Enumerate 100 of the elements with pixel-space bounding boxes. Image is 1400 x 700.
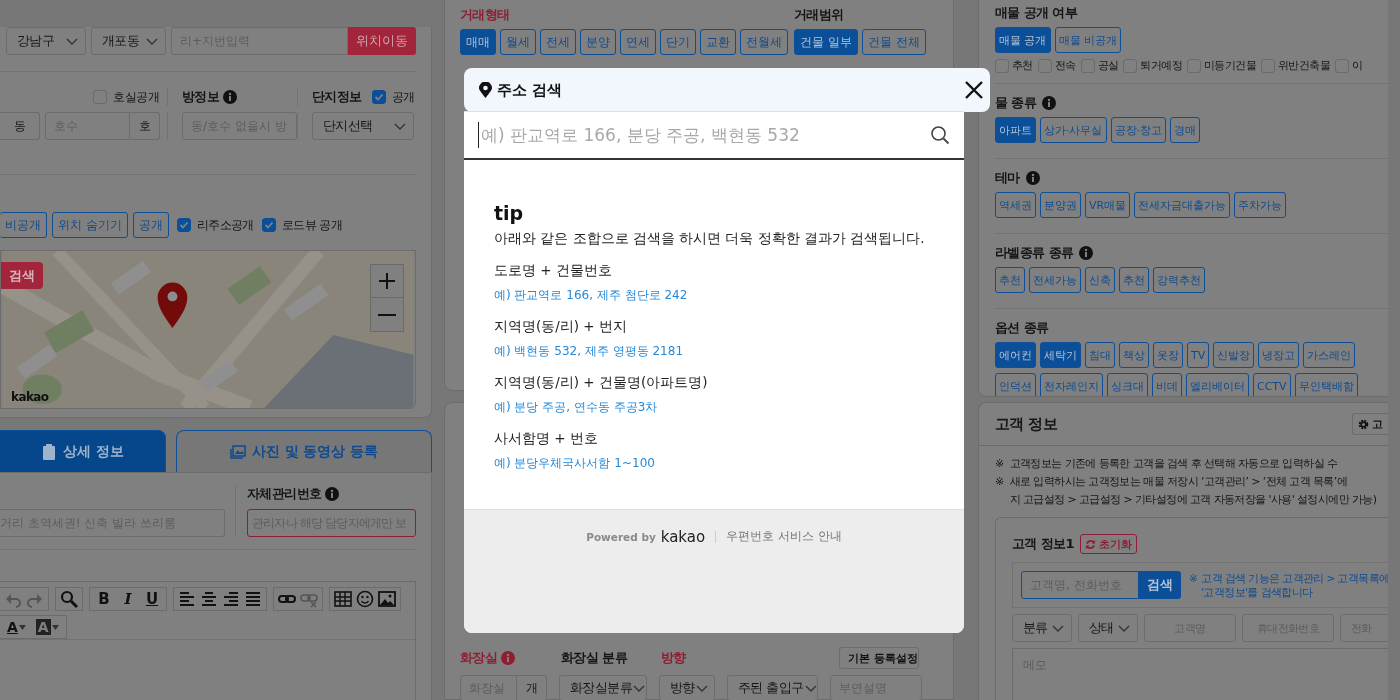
- underline-button[interactable]: U: [142, 590, 162, 608]
- option-button[interactable]: 전월세: [740, 29, 788, 55]
- smiley-icon[interactable]: [356, 590, 374, 608]
- option-button[interactable]: 엘리베이터: [1186, 373, 1249, 396]
- bold-button[interactable]: B: [94, 590, 114, 608]
- option-button[interactable]: 매물 비공개: [1054, 27, 1121, 53]
- dialog-title: 주소 검색: [497, 80, 563, 100]
- option-button[interactable]: 전자레인지: [1040, 373, 1103, 396]
- checkbox[interactable]: [176, 218, 191, 232]
- option-button[interactable]: 단기: [660, 29, 696, 55]
- option-button[interactable]: 분양: [580, 29, 616, 55]
- option-button[interactable]: 상가·사무실: [1040, 117, 1107, 143]
- italic-button[interactable]: I: [118, 590, 138, 608]
- align-left-icon[interactable]: [178, 590, 196, 608]
- option-button[interactable]: TV: [1187, 342, 1210, 368]
- option-button[interactable]: 가스레인: [1303, 342, 1356, 368]
- search-example: 예) 분당 주공, 연수동 주공3차: [494, 399, 659, 416]
- checkbox[interactable]: [371, 90, 386, 104]
- option-button[interactable]: 비데: [1152, 373, 1182, 396]
- option-button[interactable]: 옷장: [1153, 342, 1183, 368]
- field-label: 매물 공개 여부: [995, 4, 1078, 22]
- dropdown[interactable]: 화장실분류: [559, 675, 647, 700]
- option-button[interactable]: 신발장: [1213, 342, 1255, 368]
- option-button[interactable]: 건물 일부: [794, 29, 858, 55]
- checkbox-label: 추천: [1012, 58, 1033, 73]
- settings-button[interactable]: 고: [1352, 413, 1388, 435]
- align-center-icon[interactable]: [200, 590, 218, 608]
- option-button[interactable]: 싱크대: [1107, 373, 1148, 396]
- option-button[interactable]: 월세: [500, 29, 536, 55]
- option-button[interactable]: 전세자금대출가능: [1134, 192, 1231, 218]
- gear-icon: [1358, 418, 1369, 430]
- zoom-out-button[interactable]: [370, 298, 404, 332]
- option-button[interactable]: 세탁기: [1040, 342, 1081, 368]
- field-label: 거래범위: [794, 6, 845, 24]
- option-button[interactable]: 연세: [620, 29, 656, 55]
- dropdown[interactable]: 개포동: [91, 27, 166, 55]
- move-button[interactable]: 위치이동: [348, 27, 416, 55]
- provider-logo: kakao: [660, 528, 706, 546]
- search-button[interactable]: 검색: [1139, 571, 1181, 599]
- powered-by-text: Powered by: [586, 531, 656, 543]
- note-marker: ※: [995, 474, 1004, 490]
- text-color-button[interactable]: A: [4, 619, 29, 635]
- option-button[interactable]: 공장·창고: [1110, 117, 1166, 143]
- search-icon[interactable]: [60, 590, 78, 608]
- option-button[interactable]: 침대: [1085, 342, 1115, 368]
- option-button[interactable]: 건물 전체: [861, 29, 926, 55]
- plus-icon: [378, 272, 396, 290]
- tab[interactable]: 상세 정보: [0, 430, 166, 472]
- option-button[interactable]: 비공개: [0, 212, 47, 238]
- option-button[interactable]: 무인택배함: [1294, 373, 1358, 396]
- option-button[interactable]: 전세가능: [1029, 267, 1081, 293]
- section-title: 고객 정보: [995, 414, 1058, 434]
- note-text: 새로 입력하시는 고객정보는 매물 저장시 ‘고객관리’ > ‘전체 고객 목록’에 지 고급설정 > 고급설정 > 기타설정에 고객 자동저장을 '사용' 설정시에만 가능): [1009, 474, 1377, 508]
- dropdown[interactable]: 방향: [659, 675, 715, 700]
- checkbox-label: 미등기건물: [1204, 58, 1257, 73]
- search-example: 예) 분당우체국사서함 1~100: [494, 455, 656, 472]
- image-icon[interactable]: [378, 590, 396, 608]
- checkbox-label: 퇴거예정: [1140, 58, 1183, 73]
- zoom-in-button[interactable]: [370, 264, 404, 298]
- dropdown[interactable]: 주된 출입구: [727, 675, 818, 700]
- service-link[interactable]: 우편번호 서비스 안내: [726, 528, 842, 545]
- images-icon: [229, 443, 246, 460]
- unit-label: 개: [517, 675, 547, 700]
- option-button[interactable]: 냉장고: [1258, 342, 1300, 368]
- option-button[interactable]: 교환: [700, 29, 736, 55]
- option-button[interactable]: 경매: [1170, 117, 1200, 143]
- option-button[interactable]: 에어컨: [995, 342, 1036, 368]
- dropdown[interactable]: 강남구: [6, 27, 86, 55]
- dropdown[interactable]: 분류: [1012, 614, 1072, 642]
- align-justify-icon[interactable]: [244, 590, 262, 608]
- dropdown[interactable]: 단지선택: [312, 112, 414, 140]
- option-button[interactable]: 책상: [1119, 342, 1149, 368]
- align-right-icon[interactable]: [222, 590, 240, 608]
- table-icon[interactable]: [334, 590, 352, 608]
- option-button[interactable]: 주차가능: [1234, 192, 1287, 218]
- option-button[interactable]: 매물 공개: [995, 27, 1051, 53]
- reset-button[interactable]: 초기화: [1080, 534, 1137, 554]
- option-button[interactable]: 분양권: [1040, 192, 1081, 218]
- option-button[interactable]: 추천: [995, 267, 1025, 293]
- option-button[interactable]: 강력추천: [1153, 267, 1205, 293]
- option-button[interactable]: 인덕션: [995, 373, 1036, 396]
- option-button[interactable]: 위치 숨기기: [52, 212, 128, 238]
- note-marker: ※: [1189, 571, 1198, 586]
- option-button[interactable]: 아파트: [995, 117, 1036, 143]
- option-button[interactable]: 역세권: [995, 192, 1036, 218]
- search-icon[interactable]: [930, 125, 950, 145]
- option-button[interactable]: 공개: [132, 212, 169, 238]
- field-label: 화장실: [460, 649, 498, 667]
- dropdown[interactable]: 상태: [1078, 614, 1138, 642]
- option-button[interactable]: 신축: [1085, 267, 1115, 293]
- option-button[interactable]: VR매물: [1085, 192, 1131, 218]
- map-search-button[interactable]: 검색: [1, 262, 43, 289]
- check-icon: [373, 92, 384, 102]
- option-button[interactable]: 전세: [540, 29, 576, 55]
- field-label: 방정보: [182, 88, 220, 106]
- checkbox[interactable]: [261, 218, 276, 232]
- settings-button[interactable]: 기본 등록설정: [839, 647, 919, 669]
- option-button[interactable]: CCTV: [1253, 373, 1291, 396]
- option-button[interactable]: 매매: [460, 29, 496, 55]
- option-button[interactable]: 추천: [1119, 267, 1149, 293]
